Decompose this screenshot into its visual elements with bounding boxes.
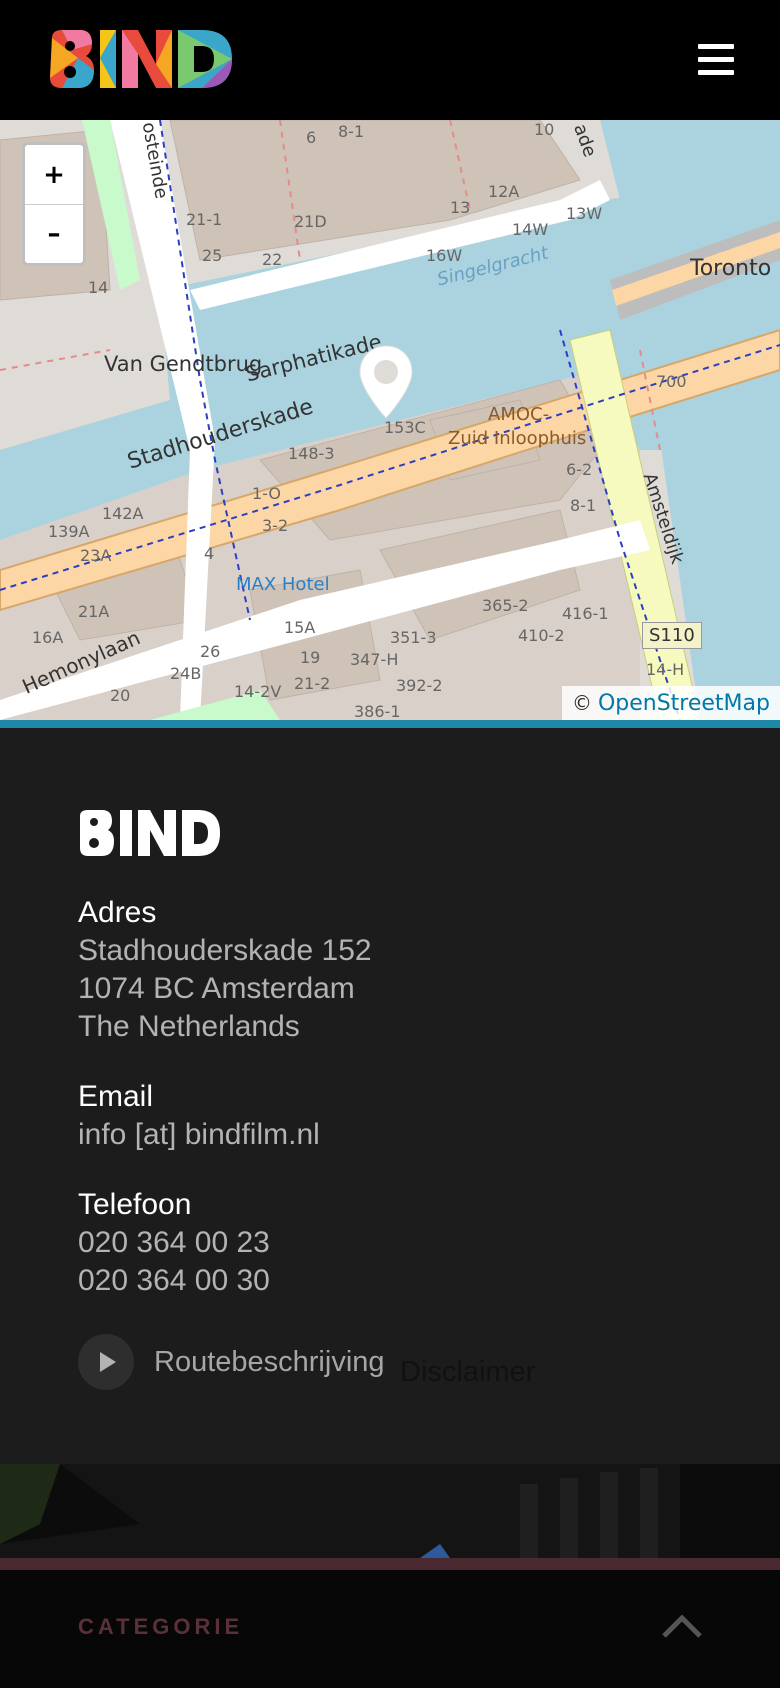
map-number: 386-1 (354, 702, 401, 720)
map-number: 21A (78, 602, 110, 621)
email-value[interactable]: info [at] bindfilm.nl (78, 1118, 320, 1152)
map-number: 8-1 (338, 122, 365, 141)
map-label-van-gendtbrug: Van Gendtbrug (104, 352, 263, 376)
address-line-street: Stadhouderskade 152 (78, 934, 372, 967)
chevron-up-icon[interactable] (660, 1610, 704, 1640)
category-bar: CATEGORIE (0, 1570, 780, 1688)
map-number: 24B (170, 664, 202, 683)
map-number: 26 (200, 642, 221, 661)
map-number: 21D (294, 212, 327, 231)
map-label-max-hotel: MAX Hotel (236, 574, 330, 595)
location-map[interactable]: Sarphatikade Van Gendtbrug Stadhouderska… (0, 120, 780, 720)
map-number: 700 (656, 372, 687, 391)
address-line-city: 1074 BC Amsterdam (78, 972, 355, 1005)
bind-logo[interactable] (48, 28, 234, 90)
address-label: Adres (78, 896, 157, 929)
openstreetmap-link[interactable]: OpenStreetMap (598, 691, 770, 716)
map-number: 8-1 (570, 496, 597, 515)
route-label: Routebeschrijving (154, 1345, 385, 1378)
map-number: 139A (48, 522, 90, 541)
address-line-country: The Netherlands (78, 1010, 300, 1043)
route-button[interactable]: Routebeschrijving (78, 1334, 385, 1390)
map-number: 392-2 (396, 676, 443, 695)
map-number: 13W (566, 204, 603, 223)
map-number: 347-H (350, 650, 399, 669)
map-label-s110: S110 (642, 622, 702, 649)
phone-number-1[interactable]: 020 364 00 23 (78, 1226, 270, 1260)
map-number: 14-2V (234, 682, 282, 701)
map-label-zuid-inloophuis: Zuid Inloophuis (448, 428, 587, 449)
map-number: 410-2 (518, 626, 565, 645)
location-pin-icon[interactable] (356, 344, 416, 424)
map-number: 3-2 (262, 516, 289, 535)
map-accent-line (0, 720, 780, 728)
footer-logo[interactable] (78, 808, 222, 858)
map-number: 19 (300, 648, 321, 667)
map-number: 6-2 (566, 460, 593, 479)
map-number: 21-1 (186, 210, 223, 229)
disclaimer-link[interactable]: Disclaimer (400, 1356, 535, 1389)
map-number: 365-2 (482, 596, 529, 615)
map-number: 10 (534, 120, 555, 139)
background-photo-strip (0, 1464, 780, 1558)
map-number: 416-1 (562, 604, 609, 623)
play-icon (78, 1334, 134, 1390)
map-number: 14 (88, 278, 109, 297)
contact-footer: Adres Stadhouderskade 152 1074 BC Amster… (0, 728, 780, 1464)
map-number: 23A (80, 546, 112, 565)
hamburger-icon (698, 44, 734, 49)
section-divider (0, 1558, 780, 1570)
map-number: 15A (284, 618, 316, 637)
categorie-label[interactable]: CATEGORIE (78, 1614, 243, 1640)
site-header (0, 0, 780, 120)
map-number: 13 (450, 198, 471, 217)
map-number: 12A (488, 182, 520, 201)
map-number: 6 (306, 128, 317, 147)
map-number: 351-3 (390, 628, 437, 647)
map-label-toronto: Toronto (690, 256, 772, 281)
zoom-in-button[interactable]: + (25, 145, 83, 204)
zoom-control: + – (22, 142, 86, 266)
zoom-out-button[interactable]: – (25, 204, 83, 263)
map-number: 21-2 (294, 674, 331, 693)
copyright-symbol: © (571, 691, 592, 715)
phone-label: Telefoon (78, 1188, 192, 1221)
map-number: 1-O (252, 484, 281, 503)
map-label-amoc: AMOC- (488, 404, 550, 425)
map-number: 16A (32, 628, 64, 647)
map-number: 25 (202, 246, 223, 265)
menu-button[interactable] (694, 40, 738, 80)
map-number: 148-3 (288, 444, 335, 463)
map-number: 142A (102, 504, 144, 523)
email-label: Email (78, 1080, 154, 1113)
map-number: 16W (426, 246, 463, 265)
map-number: 22 (262, 250, 283, 269)
map-number: 20 (110, 686, 131, 705)
phone-number-2[interactable]: 020 364 00 30 (78, 1264, 270, 1298)
map-number: 14W (512, 220, 549, 239)
map-number: 4 (204, 544, 215, 563)
map-attribution: © OpenStreetMap (561, 686, 780, 720)
map-number: 14-H (646, 660, 685, 679)
